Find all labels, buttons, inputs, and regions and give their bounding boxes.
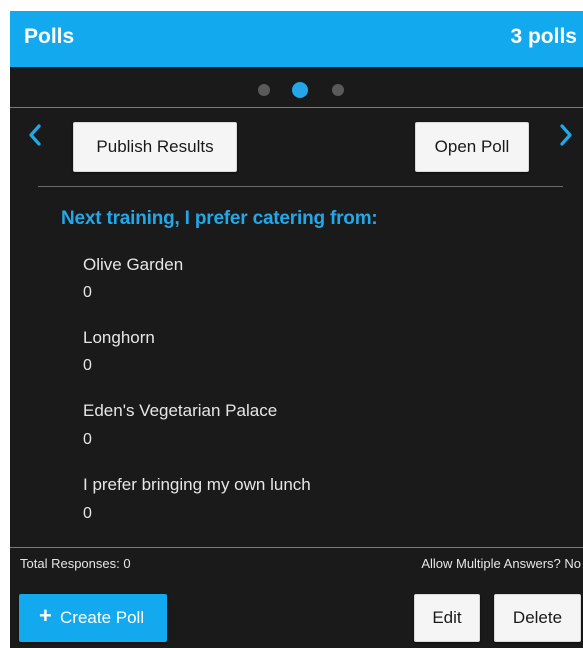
total-responses: Total Responses: 0	[20, 556, 131, 571]
create-poll-button[interactable]: + Create Poll	[19, 594, 167, 642]
option-count: 0	[83, 284, 92, 301]
delete-button[interactable]: Delete	[494, 594, 581, 642]
divider-actions	[38, 186, 563, 187]
option-label: Longhorn	[83, 328, 155, 347]
polls-panel: Polls 3 polls Publish Results Open Poll …	[10, 11, 583, 648]
chevron-right-icon	[555, 122, 577, 148]
chevron-left-icon	[24, 122, 46, 148]
create-poll-label: Create Poll	[60, 608, 145, 627]
next-poll-button[interactable]	[555, 122, 577, 148]
pager-dots	[10, 67, 583, 109]
option-label: I prefer bringing my own lunch	[83, 475, 311, 494]
pager-dot-3[interactable]	[332, 84, 344, 96]
option-count: 0	[83, 505, 92, 522]
publish-results-button[interactable]: Publish Results	[73, 122, 237, 172]
allow-multiple-answers: Allow Multiple Answers? No	[421, 556, 581, 571]
panel-title: Polls	[24, 25, 75, 48]
pager-dot-2-active[interactable]	[292, 82, 308, 98]
option-count: 0	[83, 431, 92, 448]
option-count: 0	[83, 357, 92, 374]
poll-question: Next training, I prefer catering from:	[61, 208, 378, 229]
option-label: Eden's Vegetarian Palace	[83, 401, 278, 420]
poll-count: 3 polls	[510, 25, 577, 48]
edit-button[interactable]: Edit	[414, 594, 480, 642]
plus-icon: +	[39, 603, 52, 628]
divider-footer	[10, 547, 583, 548]
prev-poll-button[interactable]	[24, 122, 46, 148]
open-poll-button[interactable]: Open Poll	[415, 122, 529, 172]
panel-header: Polls 3 polls	[10, 11, 583, 67]
divider-top	[10, 107, 583, 108]
pager-dot-1[interactable]	[258, 84, 270, 96]
option-label: Olive Garden	[83, 255, 184, 274]
